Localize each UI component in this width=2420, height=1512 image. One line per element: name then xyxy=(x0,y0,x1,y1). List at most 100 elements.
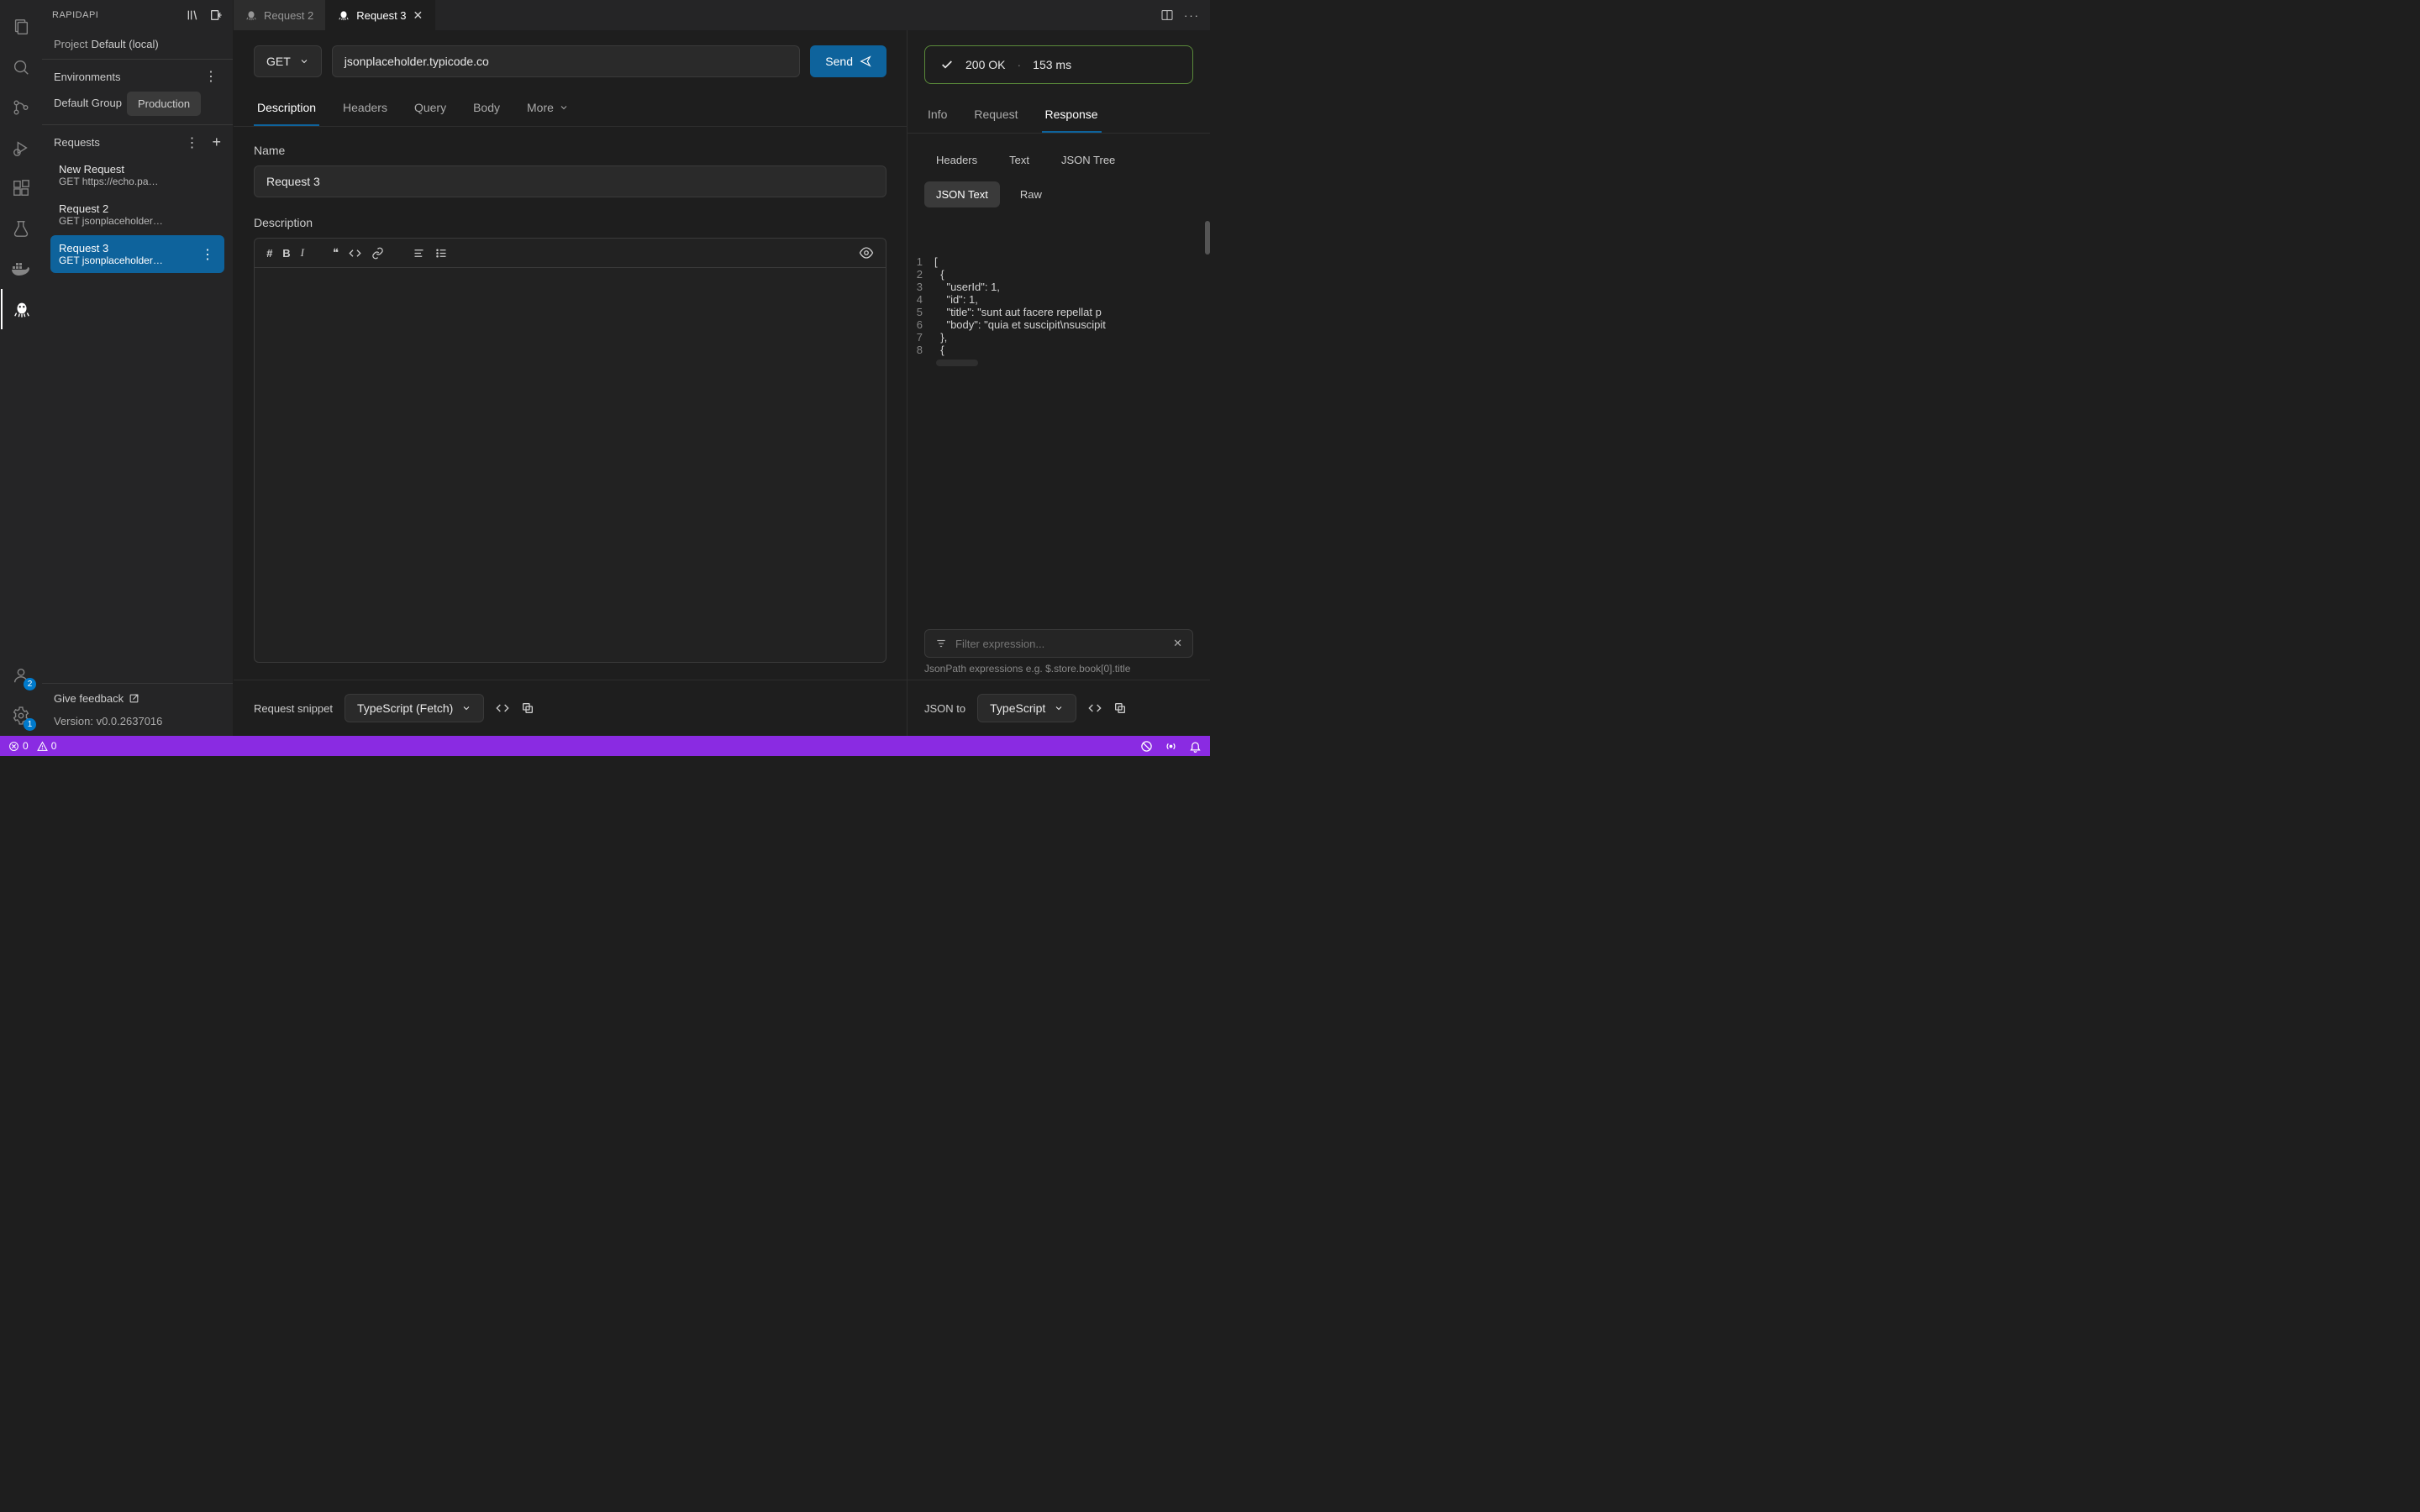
horizontal-scrollbar[interactable] xyxy=(936,360,978,366)
copy-icon[interactable] xyxy=(521,701,534,715)
explorer-icon[interactable] xyxy=(1,7,41,47)
subtab-text[interactable]: Text xyxy=(997,147,1041,173)
request-list-item[interactable]: New Request GET https://echo.pa… xyxy=(50,156,224,194)
json-line: 8 { xyxy=(908,344,1203,356)
description-textarea[interactable] xyxy=(255,268,886,662)
bell-icon[interactable] xyxy=(1189,740,1202,753)
tab-more[interactable]: More xyxy=(523,92,572,126)
search-icon[interactable] xyxy=(1,47,41,87)
quote-icon[interactable]: ❝ xyxy=(333,246,339,260)
tab-headers[interactable]: Headers xyxy=(339,92,391,126)
link-icon[interactable] xyxy=(371,247,384,260)
json-to-select[interactable]: TypeScript xyxy=(977,694,1076,722)
project-value: Default (local) xyxy=(91,38,158,50)
source-control-icon[interactable] xyxy=(1,87,41,128)
accounts-icon[interactable]: 2 xyxy=(1,655,41,696)
docker-icon[interactable] xyxy=(1,249,41,289)
subtab-headers[interactable]: Headers xyxy=(924,147,989,173)
filter-expression-input[interactable]: ✕ xyxy=(924,629,1193,658)
chevron-down-icon xyxy=(461,703,471,713)
editor-tab[interactable]: Request 3 ✕ xyxy=(326,0,435,30)
error-icon xyxy=(8,741,19,752)
split-editor-icon[interactable] xyxy=(1160,8,1174,22)
give-feedback-link[interactable]: Give feedback xyxy=(54,692,221,705)
list-icon[interactable] xyxy=(413,247,425,260)
url-input[interactable]: jsonplaceholder.typicode.co xyxy=(332,45,801,77)
json-line: 4 "id": 1, xyxy=(908,293,1203,306)
extensions-icon[interactable] xyxy=(1,168,41,208)
filter-text[interactable] xyxy=(955,638,1165,650)
request-list-item[interactable]: Request 3 GET jsonplaceholder… ⋮ xyxy=(50,235,224,273)
italic-icon[interactable]: I xyxy=(301,246,304,260)
request-subtitle: GET jsonplaceholder… xyxy=(59,255,216,266)
description-editor[interactable]: # B I ❝ xyxy=(254,238,886,663)
editor-tabbar: Request 2 Request 3 ✕ ··· xyxy=(234,0,1210,30)
snippet-lang-value: TypeScript (Fetch) xyxy=(357,701,453,715)
request-list-item[interactable]: Request 2 GET jsonplaceholder… xyxy=(50,196,224,234)
rapidapi-icon[interactable] xyxy=(1,289,41,329)
copy-icon[interactable] xyxy=(1113,701,1127,715)
response-body[interactable]: 1[2 {3 "userId": 1,4 "id": 1,5 "title": … xyxy=(908,218,1210,621)
more-actions-icon[interactable]: ··· xyxy=(1184,9,1200,22)
environments-menu-icon[interactable]: ⋮ xyxy=(201,68,221,85)
feedback-label: Give feedback xyxy=(54,692,124,705)
subtab-json-text[interactable]: JSON Text xyxy=(924,181,1000,207)
http-method-select[interactable]: GET xyxy=(254,45,322,77)
request-name: New Request xyxy=(59,163,216,176)
warnings-value: 0 xyxy=(51,740,57,752)
preview-icon[interactable] xyxy=(859,245,874,260)
vertical-scrollbar[interactable] xyxy=(1205,221,1210,255)
testing-icon[interactable] xyxy=(1,208,41,249)
errors-count[interactable]: 0 xyxy=(8,740,29,752)
tab-label: Request 2 xyxy=(264,9,313,22)
sidebar: RAPIDAPI Project Default (local) Environ… xyxy=(42,0,234,736)
snippet-language-select[interactable]: TypeScript (Fetch) xyxy=(345,694,484,722)
library-icon[interactable] xyxy=(186,8,199,22)
env-select[interactable]: Production xyxy=(127,92,201,116)
view-code-icon[interactable] xyxy=(496,701,509,715)
method-value: GET xyxy=(266,55,291,68)
requests-menu-icon[interactable]: ⋮ xyxy=(182,134,202,151)
json-line: 3 "userId": 1, xyxy=(908,281,1203,293)
import-icon[interactable] xyxy=(209,8,223,22)
tab-body[interactable]: Body xyxy=(470,92,503,126)
subtab-json-tree[interactable]: JSON Tree xyxy=(1050,147,1127,173)
request-subtitle: GET jsonplaceholder… xyxy=(59,215,216,227)
request-item-menu-icon[interactable]: ⋮ xyxy=(197,246,218,263)
run-debug-icon[interactable] xyxy=(1,128,41,168)
send-label: Send xyxy=(825,55,853,68)
request-name-input[interactable] xyxy=(254,165,886,197)
status-text: 200 OK xyxy=(965,58,1005,71)
subtab-raw[interactable]: Raw xyxy=(1008,181,1054,207)
send-button[interactable]: Send xyxy=(810,45,886,77)
heading-icon[interactable]: # xyxy=(266,247,272,260)
tab-query[interactable]: Query xyxy=(411,92,450,126)
bold-icon[interactable]: B xyxy=(282,247,290,260)
code-icon[interactable] xyxy=(349,247,361,260)
environments-heading: Environments xyxy=(54,71,120,83)
tab-response[interactable]: Response xyxy=(1042,99,1102,133)
do-not-disturb-icon[interactable] xyxy=(1140,740,1153,753)
clear-filter-icon[interactable]: ✕ xyxy=(1173,637,1182,650)
json-line: 1[ xyxy=(908,255,1203,268)
filter-hint: JsonPath expressions e.g. $.store.book[0… xyxy=(924,663,1193,675)
chevron-down-icon xyxy=(1054,703,1064,713)
json-to-label: JSON to xyxy=(924,702,965,715)
broadcast-icon[interactable] xyxy=(1165,740,1177,753)
editor-tab[interactable]: Request 2 xyxy=(234,0,326,30)
close-tab-icon[interactable]: ✕ xyxy=(413,8,424,23)
ordered-list-icon[interactable] xyxy=(435,247,448,260)
warnings-count[interactable]: 0 xyxy=(37,740,57,752)
project-label: Project xyxy=(54,38,87,50)
tab-info[interactable]: Info xyxy=(924,99,950,133)
view-code-icon[interactable] xyxy=(1088,701,1102,715)
response-status: 200 OK · 153 ms xyxy=(924,45,1193,84)
tab-description[interactable]: Description xyxy=(254,92,319,126)
json-line: 2 { xyxy=(908,268,1203,281)
more-label: More xyxy=(527,101,554,114)
tab-request[interactable]: Request xyxy=(971,99,1021,133)
separator: · xyxy=(1017,58,1021,71)
settings-icon[interactable]: 1 xyxy=(1,696,41,736)
add-request-icon[interactable]: + xyxy=(212,134,221,151)
send-icon xyxy=(860,55,871,67)
